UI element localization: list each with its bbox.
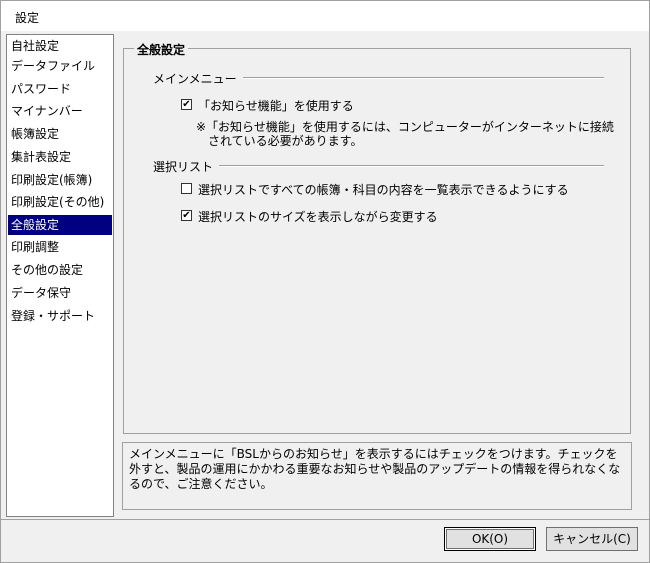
notification-checkbox-label[interactable]: 「お知らせ機能」を使用する — [198, 97, 354, 114]
notification-checkbox[interactable]: ✔ — [181, 99, 192, 110]
title-bar[interactable]: 設定 — [1, 1, 649, 31]
sidebar-item-data-file[interactable]: データファイル — [8, 56, 112, 76]
description-box: メインメニューに「BSLからのお知らせ」を表示するにはチェックをつけます。チェッ… — [122, 442, 632, 510]
notification-note-line2: されている必要があります。 — [208, 134, 363, 148]
sidebar-item-my-number[interactable]: マイナンバー — [8, 101, 112, 121]
sidebar-item-password[interactable]: パスワード — [8, 79, 112, 99]
window-title: 設定 — [15, 11, 40, 25]
sidebar-item-print-settings-other[interactable]: 印刷設定(その他) — [8, 192, 112, 212]
settings-window: 設定 自社設定 データファイル パスワード マイナンバー 帳簿設定 集計表設定 … — [0, 0, 650, 563]
sidebar-item-general-settings[interactable]: 全般設定 — [8, 215, 112, 235]
notification-note-line1: ※「お知らせ機能」を使用するには、コンピューターがインターネットに接続 — [196, 120, 614, 134]
ok-button[interactable]: OK(O) — [444, 527, 536, 551]
sidebar-item-registration-support[interactable]: 登録・サポート — [8, 306, 112, 326]
checkmark-icon: ✔ — [182, 210, 191, 221]
select-section-divider — [153, 165, 604, 167]
resize-list-checkbox-label[interactable]: 選択リストのサイズを表示しながら変更する — [198, 208, 438, 225]
sidebar-item-company-settings[interactable]: 自社設定 — [8, 36, 112, 56]
sidebar-item-print-settings-ledger[interactable]: 印刷設定(帳簿) — [8, 170, 112, 190]
sidebar-item-ledger-settings[interactable]: 帳簿設定 — [8, 124, 112, 144]
sidebar-item-data-maintenance[interactable]: データ保守 — [8, 283, 112, 303]
settings-category-list[interactable]: 自社設定 データファイル パスワード マイナンバー 帳簿設定 集計表設定 印刷設… — [6, 34, 114, 517]
cancel-button[interactable]: キャンセル(C) — [546, 527, 638, 551]
menu-section-label: メインメニュー — [153, 70, 243, 87]
select-section-label: 選択リスト — [153, 158, 220, 175]
resize-list-checkbox[interactable]: ✔ — [181, 210, 192, 221]
sidebar-item-other-settings[interactable]: その他の設定 — [8, 260, 112, 280]
sidebar-item-summary-settings[interactable]: 集計表設定 — [8, 147, 112, 167]
show-all-list-checkbox[interactable] — [181, 183, 192, 194]
footer-divider — [1, 519, 649, 520]
show-all-list-checkbox-label[interactable]: 選択リストですべての帳簿・科目の内容を一覧表示できるようにする — [198, 181, 569, 198]
sidebar-item-print-adjustment[interactable]: 印刷調整 — [8, 237, 112, 257]
group-title: 全般設定 — [134, 41, 189, 58]
checkmark-icon: ✔ — [182, 99, 191, 110]
